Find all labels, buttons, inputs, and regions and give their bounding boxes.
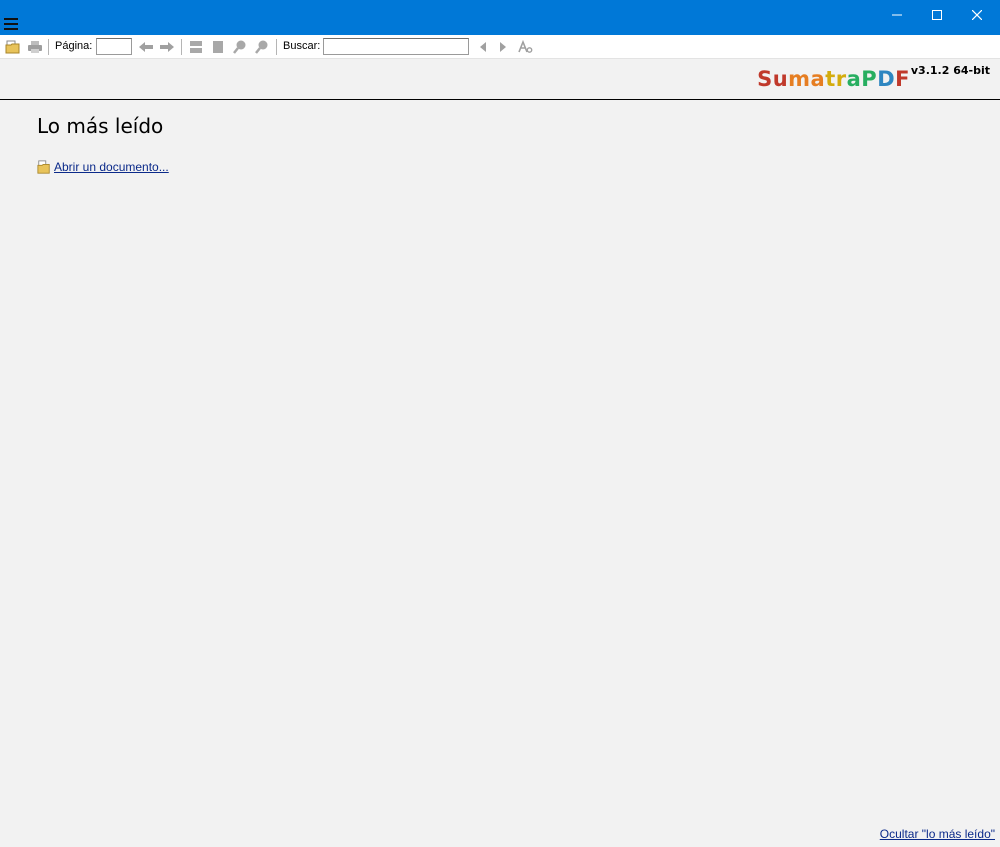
app-logo: SumatraPDF [757,67,910,91]
logo-letter: F [895,67,910,91]
logo-letter: S [757,67,773,91]
open-folder-icon [37,160,50,174]
logo-letter: a [810,67,826,91]
app-version: v3.1.2 64-bit [910,64,990,77]
fit-page-icon[interactable] [210,39,226,55]
toolbar-separator [48,39,49,55]
logo-letter: m [788,67,811,91]
logo-letter: t [825,67,836,91]
page-label: Página: [55,40,93,52]
page-title: Lo más leído [37,114,164,138]
maximize-icon [932,10,942,20]
toolbar: Página: Buscar: [0,35,1000,59]
close-button[interactable] [954,0,1000,30]
search-label: Buscar: [283,40,321,52]
zoom-out-icon[interactable] [232,39,248,55]
header-divider [0,99,1000,100]
brand-header: SumatraPDF v3.1.2 64-bit [660,62,990,98]
fit-width-icon[interactable] [188,39,204,55]
find-next-icon[interactable] [495,39,511,55]
logo-letter: P [861,67,878,91]
toolbar-separator [181,39,182,55]
logo-letter: a [846,67,862,91]
next-page-icon[interactable] [159,39,175,55]
previous-page-icon[interactable] [138,39,154,55]
print-icon[interactable] [27,39,43,55]
find-previous-icon[interactable] [475,39,491,55]
hide-most-read-link[interactable]: Ocultar "lo más leído" [880,827,995,841]
logo-letter: u [772,67,789,91]
search-input[interactable] [323,38,469,55]
close-icon [972,10,982,20]
page-input[interactable] [96,38,132,55]
logo-letter: D [877,67,896,91]
open-document-link[interactable]: Abrir un documento... [54,160,169,174]
toolbar-separator [276,39,277,55]
zoom-in-icon[interactable] [254,39,270,55]
title-bar [0,0,1000,35]
menu-icon[interactable] [4,18,18,32]
match-case-icon[interactable] [517,39,533,55]
open-document-item[interactable]: Abrir un documento... [37,160,169,174]
logo-letter: r [835,67,847,91]
open-folder-icon[interactable] [5,39,21,55]
minimize-icon [892,14,902,16]
